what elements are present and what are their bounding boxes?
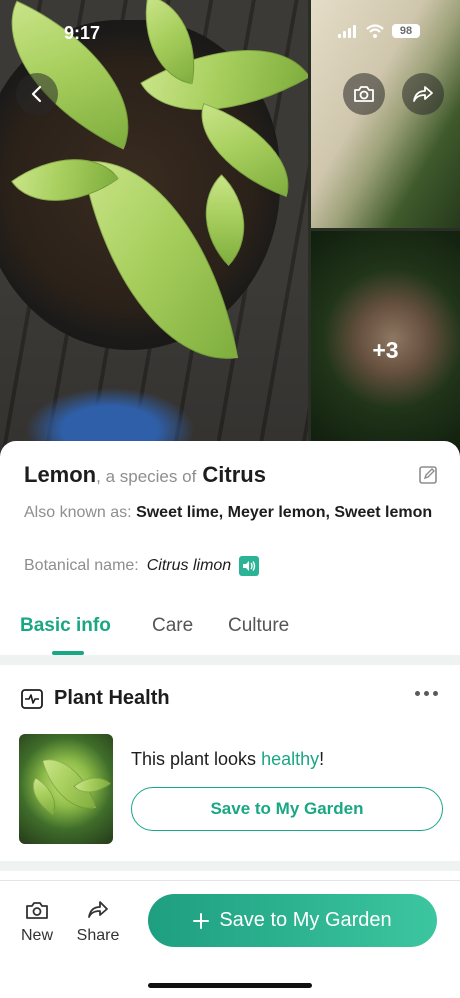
home-indicator[interactable]: [148, 983, 312, 988]
more-photos-count[interactable]: +3: [311, 231, 460, 470]
genus-name[interactable]: Citrus: [202, 462, 266, 487]
tab-culture[interactable]: Culture: [228, 615, 289, 637]
pulse-icon: [21, 688, 43, 709]
plant-info-sheet: Lemon, a species of Citrus Also known as…: [0, 441, 460, 881]
health-status-suffix: !: [319, 749, 325, 769]
share-button[interactable]: [402, 73, 444, 115]
plus-icon: [193, 912, 210, 929]
tab-basic-info[interactable]: Basic info: [20, 615, 111, 637]
camera-button[interactable]: [343, 73, 385, 115]
health-status: This plant looks healthy!: [131, 749, 324, 770]
back-button[interactable]: [16, 73, 58, 115]
save-to-garden-label: Save to My Garden: [219, 909, 392, 931]
edit-icon[interactable]: [416, 463, 440, 487]
pronounce-button[interactable]: [239, 556, 260, 576]
plant-title: Lemon, a species of Citrus: [24, 461, 424, 491]
botanical-name-row: Botanical name: Citrus limon: [24, 556, 260, 576]
health-status-prefix: This plant looks: [131, 749, 257, 769]
camera-icon: [354, 86, 374, 102]
section-divider: [0, 861, 460, 871]
more-icon[interactable]: [415, 691, 438, 696]
signal-icon: [338, 25, 356, 38]
speaker-icon: [243, 561, 256, 571]
aka-label: Also known as:: [24, 504, 132, 521]
botanical-value: Citrus limon: [146, 557, 232, 574]
botanical-label: Botanical name:: [24, 557, 139, 574]
share-icon: [88, 901, 108, 918]
health-thumbnail[interactable]: [19, 734, 113, 844]
status-time: 9:17: [64, 23, 101, 43]
save-to-garden-button[interactable]: Save to My Garden: [148, 894, 437, 947]
main-plant-photo[interactable]: [0, 0, 308, 470]
info-tabs: Basic info Care Culture: [0, 611, 460, 655]
plant-health-title: Plant Health: [54, 687, 170, 709]
aka-values: Sweet lime, Meyer lemon, Sweet lemon: [136, 504, 433, 521]
share-bottom-button[interactable]: Share: [71, 899, 125, 945]
also-known-as: Also known as: Sweet lime, Meyer lemon, …: [24, 501, 434, 524]
new-button[interactable]: New: [10, 899, 64, 945]
species-connector: , a species of: [96, 467, 197, 486]
bottom-action-bar: New Share Save to My Garden: [0, 880, 460, 998]
wifi-icon: [366, 24, 384, 38]
common-name: Lemon: [24, 462, 97, 487]
new-label: New: [20, 927, 53, 944]
share-label: Share: [76, 927, 120, 944]
camera-icon: [26, 902, 48, 919]
save-to-garden-outline-button[interactable]: Save to My Garden: [131, 787, 443, 831]
tab-care[interactable]: Care: [152, 615, 193, 637]
health-status-value: healthy: [261, 749, 320, 769]
photo-gallery: +3: [0, 0, 460, 470]
share-icon: [413, 86, 433, 102]
plant-health-header: Plant Health: [20, 687, 170, 710]
status-icons: 98: [338, 24, 420, 38]
section-divider: [0, 655, 460, 665]
back-icon: [31, 85, 42, 103]
battery-indicator: 98: [392, 24, 420, 38]
